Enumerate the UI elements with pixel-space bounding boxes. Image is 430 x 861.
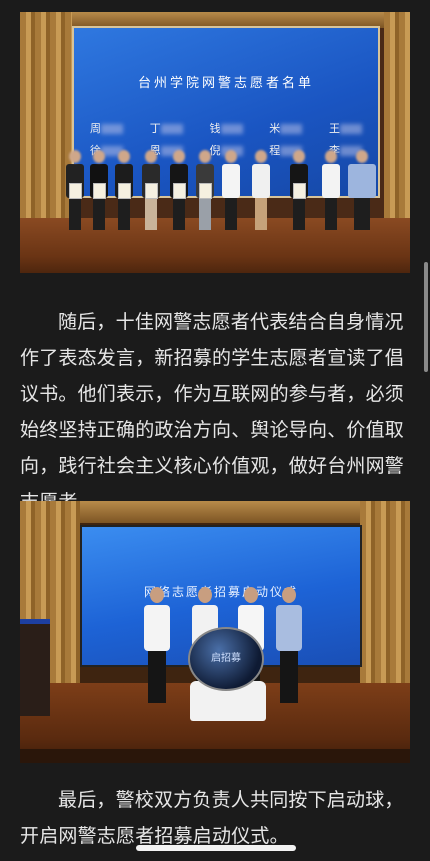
official-figure: [276, 587, 302, 711]
volunteer-figure: [252, 150, 270, 236]
screen-title: 台州学院网警志愿者名单: [137, 76, 314, 91]
volunteer-figure: [290, 150, 308, 236]
ceremony-photo-launch[interactable]: 网络志愿者招募启动仪式 启招募: [20, 501, 410, 763]
volunteer-figure: [90, 150, 108, 236]
official-figure: [348, 150, 376, 236]
ceremony-photo-volunteers[interactable]: 台州学院网警志愿者名单 周 丁 钱 米 王 徐 恩 倪 程 李: [20, 12, 410, 273]
screen-title: 网络志愿者招募启动仪式: [143, 585, 298, 599]
name-row-1: 周 丁 钱 米 王: [90, 120, 362, 136]
stage-edge: [20, 749, 410, 763]
article-paragraph: 最后，警校双方负责人共同按下启动球，开启网警志愿者招募启动仪式。: [20, 789, 404, 847]
article-paragraph: 随后，十佳网警志愿者代表结合自身情况作了表态发言，新招募的学生志愿者宣读了倡议书…: [20, 311, 405, 513]
official-figure: [144, 587, 170, 711]
launch-ball: 启招募: [188, 627, 264, 691]
launch-ball-text: 启招募: [211, 653, 241, 664]
volunteer-figure: [170, 150, 188, 236]
scrollbar[interactable]: [424, 262, 428, 372]
volunteer-figure: [196, 150, 214, 236]
home-indicator[interactable]: [136, 845, 296, 851]
lectern: [20, 619, 50, 716]
volunteer-figure: [142, 150, 160, 236]
volunteer-figure: [222, 150, 240, 236]
volunteer-figure: [115, 150, 133, 236]
volunteer-figure: [322, 150, 340, 236]
volunteer-figure: [66, 150, 84, 236]
